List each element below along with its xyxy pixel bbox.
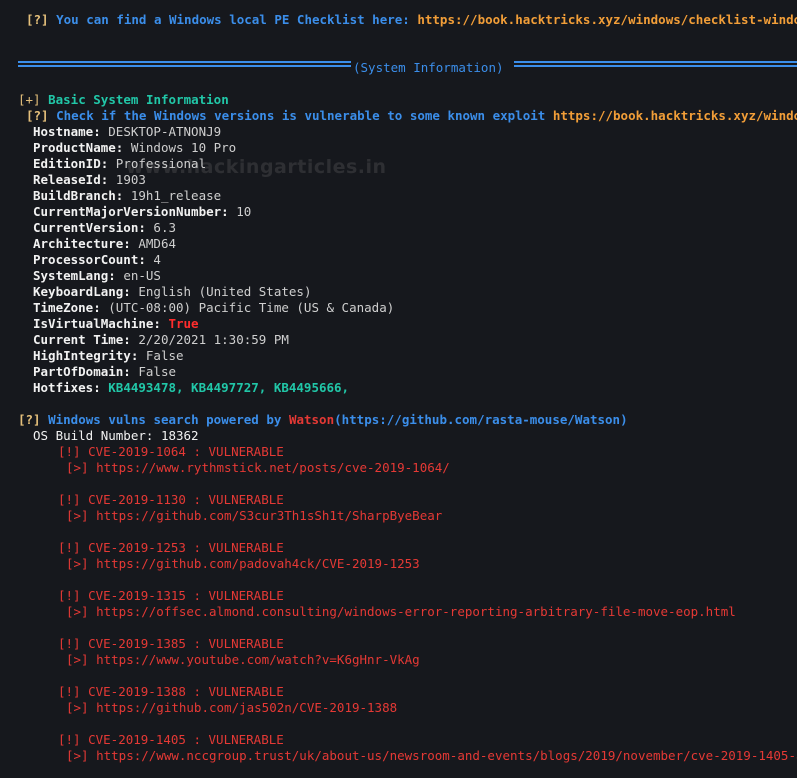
- vuln-ref-link[interactable]: [>] https://github.com/jas502n/CVE-2019-…: [66, 700, 397, 716]
- sysinfo-key: Hotfixes:: [33, 380, 101, 395]
- sysinfo-key: CurrentVersion:: [33, 220, 146, 235]
- os-build-line: OS Build Number: 18362: [33, 428, 199, 444]
- checklist-text: You can find a Windows local PE Checklis…: [56, 12, 410, 27]
- vuln-cve: [!] CVE-2019-1064 : VULNERABLE: [58, 444, 284, 459]
- sysinfo-row: SystemLang: en-US: [33, 268, 161, 284]
- sysinfo-key: HighIntegrity:: [33, 348, 139, 363]
- sysinfo-key: ProcessorCount:: [33, 252, 146, 267]
- sysinfo-value: Professional: [115, 156, 207, 171]
- sysinfo-value: en-US: [123, 268, 161, 283]
- sysinfo-value: (UTC-08:00) Pacific Time (US & Canada): [108, 300, 395, 315]
- sysinfo-row: TimeZone: (UTC-08:00) Pacific Time (US &…: [33, 300, 394, 316]
- sysinfo-value: 6.3: [153, 220, 176, 235]
- sysinfo-value: AMD64: [138, 236, 177, 251]
- vuln-cve: [!] CVE-2019-1388 : VULNERABLE: [58, 684, 284, 699]
- sysinfo-key: SystemLang:: [33, 268, 116, 283]
- sysinfo-key: Hostname:: [33, 124, 101, 139]
- sysinfo-key: EditionID:: [33, 156, 109, 171]
- os-build-value: 18362: [160, 428, 199, 443]
- vuln-cve: [!] CVE-2019-1130 : VULNERABLE: [58, 492, 284, 507]
- vuln-cve: [!] CVE-2019-1405 : VULNERABLE: [58, 732, 284, 747]
- sysinfo-key: Architecture:: [33, 236, 131, 251]
- sysinfo-key: ReleaseId:: [33, 172, 109, 187]
- vuln-cve: [!] CVE-2019-1385 : VULNERABLE: [58, 636, 284, 651]
- sysinfo-row: BuildBranch: 19h1_release: [33, 188, 221, 204]
- watson-text: Windows vulns search powered by: [48, 412, 282, 427]
- sysinfo-row: HighIntegrity: False: [33, 348, 184, 364]
- sysinfo-value: 10: [236, 204, 252, 219]
- vuln-cve: [!] CVE-2019-1253 : VULNERABLE: [58, 540, 284, 555]
- watson-name: Watson: [288, 412, 335, 427]
- sysinfo-value: 19h1_release: [130, 188, 222, 203]
- sysinfo-row: Current Time: 2/20/2021 1:30:59 PM: [33, 332, 289, 348]
- sysinfo-key: ProductName:: [33, 140, 124, 155]
- watson-header: [?] Windows vulns search powered by Wats…: [18, 412, 628, 428]
- sysinfo-key: BuildBranch:: [33, 188, 124, 203]
- checklist-line: [?] You can find a Windows local PE Chec…: [26, 12, 797, 28]
- section-rule-right: [514, 61, 797, 67]
- sysinfo-row: PartOfDomain: False: [33, 364, 176, 380]
- exploit-check-tag: [?]: [26, 108, 49, 123]
- sysinfo-key: TimeZone:: [33, 300, 101, 315]
- exploit-check-link[interactable]: https://book.hacktricks.xyz/windows/wind…: [553, 108, 797, 123]
- sysinfo-row: ReleaseId: 1903: [33, 172, 146, 188]
- sysinfo-value: False: [145, 348, 184, 363]
- sysinfo-value: English (United States): [138, 284, 312, 299]
- sysinfo-row: CurrentVersion: 6.3: [33, 220, 176, 236]
- vuln-ref-link[interactable]: [>] https://www.nccgroup.trust/uk/about-…: [66, 748, 797, 764]
- vuln-ref-link[interactable]: [>] https://github.com/padovah4ck/CVE-20…: [66, 556, 420, 572]
- sysinfo-key: CurrentMajorVersionNumber:: [33, 204, 229, 219]
- sysinfo-key: Current Time:: [33, 332, 131, 347]
- watson-link[interactable]: (https://github.com/rasta-mouse/Watson): [334, 412, 628, 427]
- sysinfo-row: Hotfixes: KB4493478, KB4497727, KB449566…: [33, 380, 349, 396]
- basic-info-title: Basic System Information: [48, 92, 229, 107]
- sysinfo-key: PartOfDomain:: [33, 364, 131, 379]
- sysinfo-value: Windows 10 Pro: [130, 140, 237, 155]
- checklist-tag: [?]: [26, 12, 49, 27]
- sysinfo-value: 2/20/2021 1:30:59 PM: [138, 332, 289, 347]
- watson-tag: [?]: [18, 412, 41, 427]
- vuln-ref-link[interactable]: [>] https://www.youtube.com/watch?v=K6gH…: [66, 652, 420, 668]
- sysinfo-value: 4: [153, 252, 161, 267]
- vuln-ref-link[interactable]: [>] https://github.com/S3cur3Th1sSh1t/Sh…: [66, 508, 442, 524]
- sysinfo-key: IsVirtualMachine:: [33, 316, 161, 331]
- vuln-ref-link[interactable]: [>] https://offsec.almond.consulting/win…: [66, 604, 736, 620]
- sysinfo-row: EditionID: Professional: [33, 156, 206, 172]
- sysinfo-value: 1903: [115, 172, 146, 187]
- sysinfo-row: Hostname: DESKTOP-ATNONJ9: [33, 124, 221, 140]
- sysinfo-key: KeyboardLang:: [33, 284, 131, 299]
- os-build-label: OS Build Number:: [33, 428, 154, 443]
- checklist-link[interactable]: https://book.hacktricks.xyz/windows/chec…: [417, 12, 797, 27]
- sysinfo-value: False: [138, 364, 177, 379]
- sysinfo-row: CurrentMajorVersionNumber: 10: [33, 204, 251, 220]
- basic-info-header: [+] Basic System Information: [18, 92, 229, 108]
- virtual-machine-value: True: [168, 316, 199, 331]
- sysinfo-value: DESKTOP-ATNONJ9: [108, 124, 222, 139]
- sysinfo-row: ProductName: Windows 10 Pro: [33, 140, 236, 156]
- basic-info-tag: [+]: [18, 92, 41, 107]
- section-rule-left: [18, 61, 351, 67]
- sysinfo-row: IsVirtualMachine: True: [33, 316, 199, 332]
- sysinfo-row: Architecture: AMD64: [33, 236, 176, 252]
- sysinfo-row: ProcessorCount: 4: [33, 252, 161, 268]
- sysinfo-row: KeyboardLang: English (United States): [33, 284, 311, 300]
- vuln-cve: [!] CVE-2019-1315 : VULNERABLE: [58, 588, 284, 603]
- vuln-ref-link[interactable]: [>] https://www.rythmstick.net/posts/cve…: [66, 460, 450, 476]
- section-title: (System Information): [353, 60, 504, 75]
- exploit-check-text: Check if the Windows versions is vulnera…: [56, 108, 546, 123]
- hotfixes-value: KB4493478, KB4497727, KB4495666,: [108, 380, 350, 395]
- exploit-check-line: [?] Check if the Windows versions is vul…: [26, 108, 797, 124]
- terminal-window: [?] You can find a Windows local PE Chec…: [0, 0, 797, 778]
